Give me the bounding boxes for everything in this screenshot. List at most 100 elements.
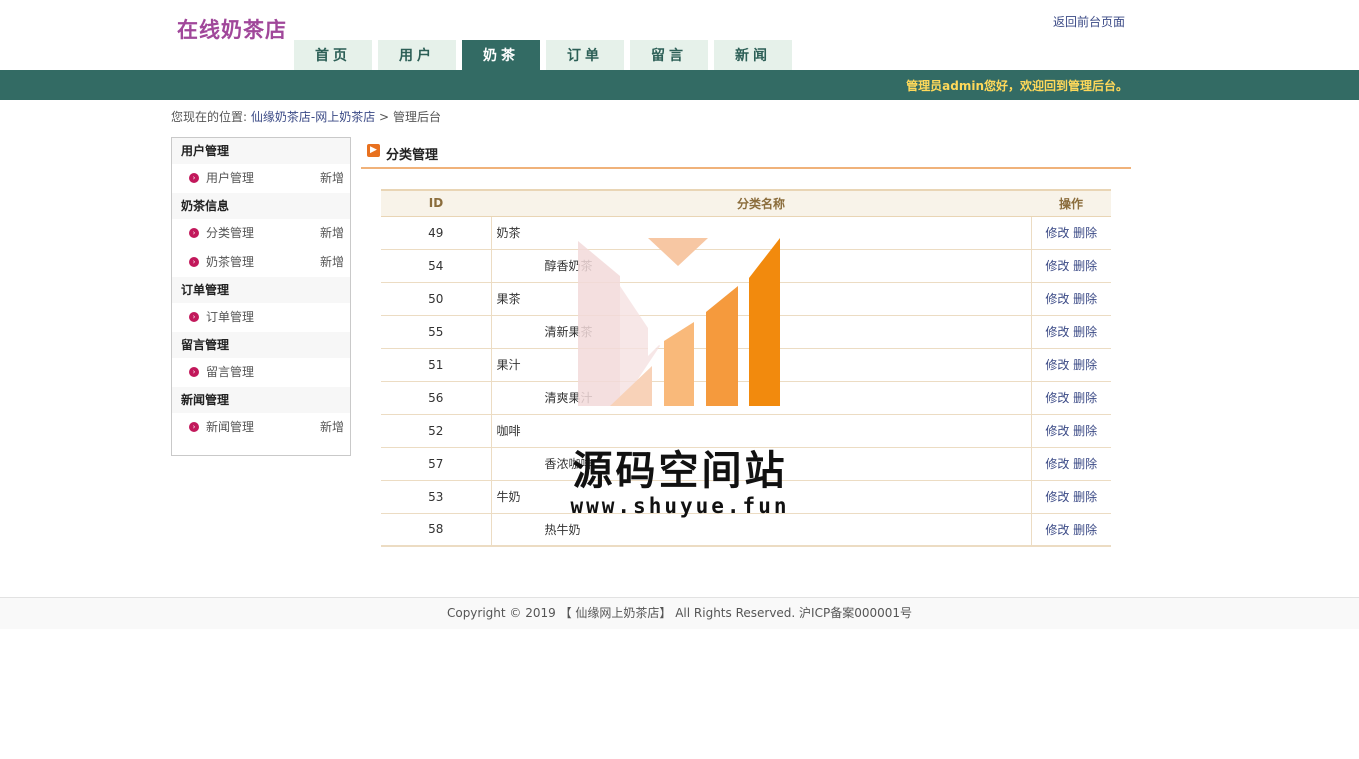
cell-id: 49 [381,216,492,250]
cell-ops: 修改 删除 [1031,315,1111,349]
delete-link[interactable]: 删除 [1073,292,1097,306]
sidebar-item-label[interactable]: 新闻管理 [206,420,254,434]
cell-category-name: 香浓咖啡 [491,447,1032,481]
cell-category-name: 醇香奶茶 [491,249,1032,283]
edit-link[interactable]: 修改 [1045,292,1069,306]
cell-category-name: 咖啡 [491,414,1032,448]
delete-link[interactable]: 删除 [1073,358,1097,372]
sidebar-item[interactable]: › 奶茶管理 新增 [172,248,350,277]
delete-link[interactable]: 删除 [1073,325,1097,339]
nav-tab-5[interactable]: 新闻 [714,40,792,70]
cell-category-name: 清新果茶 [491,315,1032,349]
delete-link[interactable]: 删除 [1073,523,1097,537]
sidebar-item-label[interactable]: 用户管理 [206,171,254,185]
sidebar-group-title: 订单管理 [172,277,350,303]
cell-ops: 修改 删除 [1031,249,1111,283]
footer-copyright: Copyright © 2019 【 仙缘网上奶茶店】 All Rights R… [446,606,913,620]
cell-ops: 修改 删除 [1031,216,1111,250]
header-id: ID [381,189,491,217]
category-table: ID 分类名称 操作 49 奶茶 修改 删除 54 醇香奶茶 修改 删除 50 果茶 修改 删除… [381,189,1111,547]
nav-tab-3[interactable]: 订单 [546,40,624,70]
top-bar: 管理员admin您好，欢迎回到管理后台。 [0,70,1359,100]
delete-link[interactable]: 删除 [1073,490,1097,504]
table-row: 56 清爽果汁 修改 删除 [381,381,1111,415]
sidebar-item-label[interactable]: 订单管理 [206,310,254,324]
sidebar-add-link[interactable]: 新增 [320,248,344,277]
header-ops: 操作 [1031,189,1111,217]
footer: Copyright © 2019 【 仙缘网上奶茶店】 All Rights R… [0,597,1359,629]
section-header: ▶ 分类管理 [361,137,1131,169]
cell-category-name: 清爽果汁 [491,381,1032,415]
table-row: 51 果汁 修改 删除 [381,348,1111,382]
cell-id: 50 [381,282,492,316]
table-row: 58 热牛奶 修改 删除 [381,513,1111,547]
breadcrumb: 您现在的位置: 仙缘奶茶店-网上奶茶店 > 管理后台 [171,108,441,125]
edit-link[interactable]: 修改 [1045,490,1069,504]
delete-link[interactable]: 删除 [1073,391,1097,405]
delete-link[interactable]: 删除 [1073,226,1097,240]
edit-link[interactable]: 修改 [1045,391,1069,405]
bullet-arrow-icon: › [189,228,199,238]
cell-category-name: 奶茶 [491,216,1032,250]
delete-link[interactable]: 删除 [1073,457,1097,471]
sidebar-add-link[interactable]: 新增 [320,164,344,193]
table-row: 53 牛奶 修改 删除 [381,480,1111,514]
nav-tab-4[interactable]: 留言 [630,40,708,70]
table-row: 54 醇香奶茶 修改 删除 [381,249,1111,283]
cell-category-name: 果茶 [491,282,1032,316]
breadcrumb-prefix: 您现在的位置: [171,110,248,124]
sidebar-add-link[interactable]: 新增 [320,219,344,248]
back-to-frontend-link[interactable]: 返回前台页面 [1053,13,1125,30]
edit-link[interactable]: 修改 [1045,358,1069,372]
sidebar-item[interactable]: › 分类管理 新增 [172,219,350,248]
main-nav: 首页 用户 奶茶 订单 留言 新闻 [294,40,798,70]
table-row: 55 清新果茶 修改 删除 [381,315,1111,349]
sidebar-item[interactable]: › 订单管理 [172,303,350,332]
nav-tab-0[interactable]: 首页 [294,40,372,70]
welcome-message: 管理员admin您好，欢迎回到管理后台。 [906,79,1128,93]
delete-link[interactable]: 删除 [1073,259,1097,273]
sidebar-group-title: 奶茶信息 [172,193,350,219]
table-header-row: ID 分类名称 操作 [381,189,1111,217]
cell-id: 54 [381,249,492,283]
cell-ops: 修改 删除 [1031,282,1111,316]
cell-id: 57 [381,447,492,481]
cell-category-name: 热牛奶 [491,513,1032,547]
edit-link[interactable]: 修改 [1045,457,1069,471]
table-row: 50 果茶 修改 删除 [381,282,1111,316]
sidebar-item[interactable]: › 用户管理 新增 [172,164,350,193]
cell-id: 52 [381,414,492,448]
edit-link[interactable]: 修改 [1045,259,1069,273]
site-title: 在线奶茶店 [177,17,287,42]
header-name: 分类名称 [491,189,1031,217]
cell-ops: 修改 删除 [1031,447,1111,481]
nav-tab-2[interactable]: 奶茶 [462,40,540,70]
bullet-arrow-icon: › [189,257,199,267]
sidebar-item[interactable]: › 新闻管理 新增 [172,413,350,442]
sidebar-item-label[interactable]: 留言管理 [206,365,254,379]
cell-id: 55 [381,315,492,349]
sidebar-item[interactable]: › 留言管理 [172,358,350,387]
breadcrumb-current: 管理后台 [392,110,441,124]
sidebar-group-title: 用户管理 [172,138,350,164]
cell-ops: 修改 删除 [1031,480,1111,514]
edit-link[interactable]: 修改 [1045,424,1069,438]
sidebar-item-label[interactable]: 奶茶管理 [206,255,254,269]
bullet-arrow-icon: › [189,422,199,432]
bullet-arrow-icon: › [189,173,199,183]
edit-link[interactable]: 修改 [1045,523,1069,537]
edit-link[interactable]: 修改 [1045,226,1069,240]
table-row: 52 咖啡 修改 删除 [381,414,1111,448]
cell-id: 56 [381,381,492,415]
sidebar-item-label[interactable]: 分类管理 [206,226,254,240]
sidebar-add-link[interactable]: 新增 [320,413,344,442]
table-row: 57 香浓咖啡 修改 删除 [381,447,1111,481]
cell-ops: 修改 删除 [1031,348,1111,382]
breadcrumb-home-link[interactable]: 仙缘奶茶店-网上奶茶店 [251,110,375,124]
edit-link[interactable]: 修改 [1045,325,1069,339]
cell-category-name: 牛奶 [491,480,1032,514]
arrow-right-icon: ▶ [367,144,380,157]
cell-ops: 修改 删除 [1031,513,1111,547]
nav-tab-1[interactable]: 用户 [378,40,456,70]
delete-link[interactable]: 删除 [1073,424,1097,438]
